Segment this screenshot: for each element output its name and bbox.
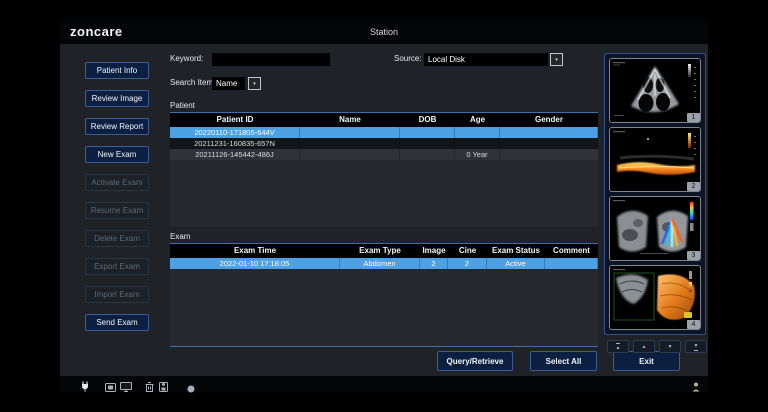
activate-exam-button: Activate Exam <box>85 174 149 191</box>
search-item-dropdown-button[interactable]: ▾ <box>248 77 261 90</box>
patient-table-header: Patient ID Name DOB Age Gender <box>170 113 598 127</box>
search-item-label: Search Item: <box>170 78 215 87</box>
import-exam-button: Import Exam <box>85 286 149 303</box>
gender-cell <box>500 149 598 160</box>
exam-type-cell: Abdomen <box>340 258 420 269</box>
select-all-button[interactable]: Select All <box>530 351 597 371</box>
column-header: Exam Type <box>340 244 420 258</box>
chevron-down-icon: ▾ <box>555 57 558 63</box>
patient-id-cell: 20211126-145442-486J <box>170 149 300 160</box>
screen: zoncare Station Patient Info Review Imag… <box>0 0 768 412</box>
scroll-down-icon: ▼ <box>668 344 673 350</box>
power-plug-icon <box>80 379 90 397</box>
source-label: Source: <box>394 54 422 63</box>
patient-table-empty-area <box>170 160 598 227</box>
disk-icon <box>159 379 168 397</box>
delete-exam-button: Delete Exam <box>85 230 149 247</box>
column-header: Exam Time <box>170 244 340 258</box>
user-icon <box>692 379 700 397</box>
gender-cell <box>500 127 598 138</box>
exam-status-cell: Active <box>487 258 545 269</box>
review-report-button[interactable]: Review Report <box>85 118 149 135</box>
review-image-button[interactable]: Review Image <box>85 90 149 107</box>
exam-table: Exam Time Exam Type Image Cine Exam Stat… <box>170 243 598 347</box>
scroll-last-icon: ▼ <box>694 343 699 351</box>
keyword-input[interactable] <box>212 53 330 66</box>
send-exam-button[interactable]: Send Exam <box>85 314 149 331</box>
thumbnail-number-badge: 1 <box>687 113 700 122</box>
column-header: Cine <box>448 244 487 258</box>
column-header: Comment <box>545 244 598 258</box>
resume-exam-button: Resume Exam <box>85 202 149 219</box>
query-retrieve-button[interactable]: Query/Retrieve <box>437 351 513 371</box>
column-header: Name <box>300 113 400 127</box>
main-panel: Patient Info Review Image Review Report … <box>60 44 708 376</box>
dob-cell <box>400 138 455 149</box>
thumbnail-1[interactable]: 1 <box>609 58 701 123</box>
exam-table-empty-area <box>170 269 598 346</box>
image-count-cell: 2 <box>420 258 448 269</box>
title-bar: zoncare Station <box>60 20 708 44</box>
scroll-first-button[interactable]: ▲ <box>607 340 629 353</box>
thumbnail-number-badge: 2 <box>687 182 700 191</box>
patient-id-cell: 20220110-171805-644V <box>170 127 300 138</box>
column-header: Image <box>420 244 448 258</box>
gender-cell <box>500 138 598 149</box>
thumbnail-4[interactable]: 4 <box>609 265 701 330</box>
column-header: Gender <box>500 113 598 127</box>
patient-table: Patient ID Name DOB Age Gender 20220110-… <box>170 112 598 227</box>
cine-count-cell: 2 <box>448 258 487 269</box>
thumbnail-3[interactable]: 3 <box>609 196 701 261</box>
patient-section-label: Patient <box>170 101 195 110</box>
column-header: Patient ID <box>170 113 300 127</box>
scroll-first-icon: ▲ <box>616 343 621 351</box>
exam-table-header: Exam Time Exam Type Image Cine Exam Stat… <box>170 244 598 258</box>
search-item-select[interactable]: Name <box>212 77 245 90</box>
age-cell: 0 Year <box>455 149 500 160</box>
scroll-last-button[interactable]: ▼ <box>685 340 707 353</box>
name-cell <box>300 149 400 160</box>
dob-cell <box>400 127 455 138</box>
trash-icon <box>145 379 154 397</box>
exam-section-label: Exam <box>170 232 190 241</box>
patient-row[interactable]: 20211126-145442-486J 0 Year <box>170 149 598 160</box>
scroll-down-button[interactable]: ▼ <box>659 340 681 353</box>
thumbnail-panel: 1 <box>604 53 706 335</box>
patient-id-cell: 20211231-160835-657N <box>170 138 300 149</box>
export-exam-button: Export Exam <box>85 258 149 275</box>
patient-info-button[interactable]: Patient Info <box>85 62 149 79</box>
monitor-icon <box>120 379 132 397</box>
dob-cell <box>400 149 455 160</box>
thumbnail-2[interactable]: 2 <box>609 127 701 192</box>
column-header: DOB <box>400 113 455 127</box>
new-exam-button[interactable]: New Exam <box>85 146 149 163</box>
exam-time-cell: 2022-01-10 17:18:05 <box>170 258 340 269</box>
column-header: Exam Status <box>487 244 545 258</box>
age-cell <box>455 127 500 138</box>
source-dropdown-button[interactable]: ▾ <box>550 53 563 66</box>
column-header: Age <box>455 113 500 127</box>
comment-cell <box>545 258 598 269</box>
name-cell <box>300 127 400 138</box>
chevron-down-icon: ▾ <box>253 81 256 87</box>
name-cell <box>300 138 400 149</box>
thumbnail-number-badge: 4 <box>687 320 700 329</box>
patient-row[interactable]: 20220110-171805-644V <box>170 127 598 138</box>
scroll-up-icon: ▲ <box>642 344 647 350</box>
capture-icon <box>105 379 116 397</box>
source-select[interactable]: Local Disk <box>424 53 548 66</box>
scroll-up-button[interactable]: ▲ <box>633 340 655 353</box>
page-title: Station <box>60 27 708 37</box>
thumbnail-number-badge: 3 <box>687 251 700 260</box>
exam-row[interactable]: 2022-01-10 17:18:05 Abdomen 2 2 Active <box>170 258 598 269</box>
patient-row[interactable]: 20211231-160835-657N <box>170 138 598 149</box>
exit-button[interactable]: Exit <box>613 351 680 371</box>
status-dot-icon <box>187 380 195 398</box>
keyword-label: Keyword: <box>170 54 203 63</box>
status-bar <box>60 376 708 392</box>
app-window: zoncare Station Patient Info Review Imag… <box>60 20 708 392</box>
age-cell <box>455 138 500 149</box>
